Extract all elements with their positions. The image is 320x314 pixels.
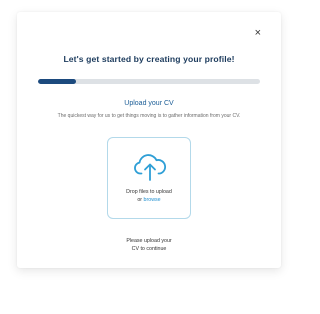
dropzone-text: Drop files to upload or browse [108, 188, 190, 204]
browse-line: or browse [108, 196, 190, 204]
upload-heading: Upload your CV [124, 100, 174, 107]
file-dropzone[interactable]: Drop files to upload or browse [107, 137, 191, 219]
progress-bar [38, 79, 260, 84]
progress-bar-fill [38, 79, 76, 84]
upload-description: The quickest way for us to get things mo… [57, 113, 241, 119]
helper-text: Please upload your CV to continue [17, 237, 281, 253]
close-button[interactable]: × [255, 28, 261, 39]
drop-files-label: Drop files to upload [126, 189, 172, 195]
cloud-upload-icon [134, 154, 167, 181]
browse-link[interactable]: browse [144, 197, 161, 203]
modal-title: Let's get started by creating your profi… [63, 54, 235, 64]
helper-line-1: Please upload your [126, 238, 172, 244]
close-icon[interactable]: × [255, 27, 261, 39]
helper-line-2: CV to continue [131, 246, 167, 252]
create-profile-modal: × Let's get started by creating your pro… [17, 12, 281, 268]
